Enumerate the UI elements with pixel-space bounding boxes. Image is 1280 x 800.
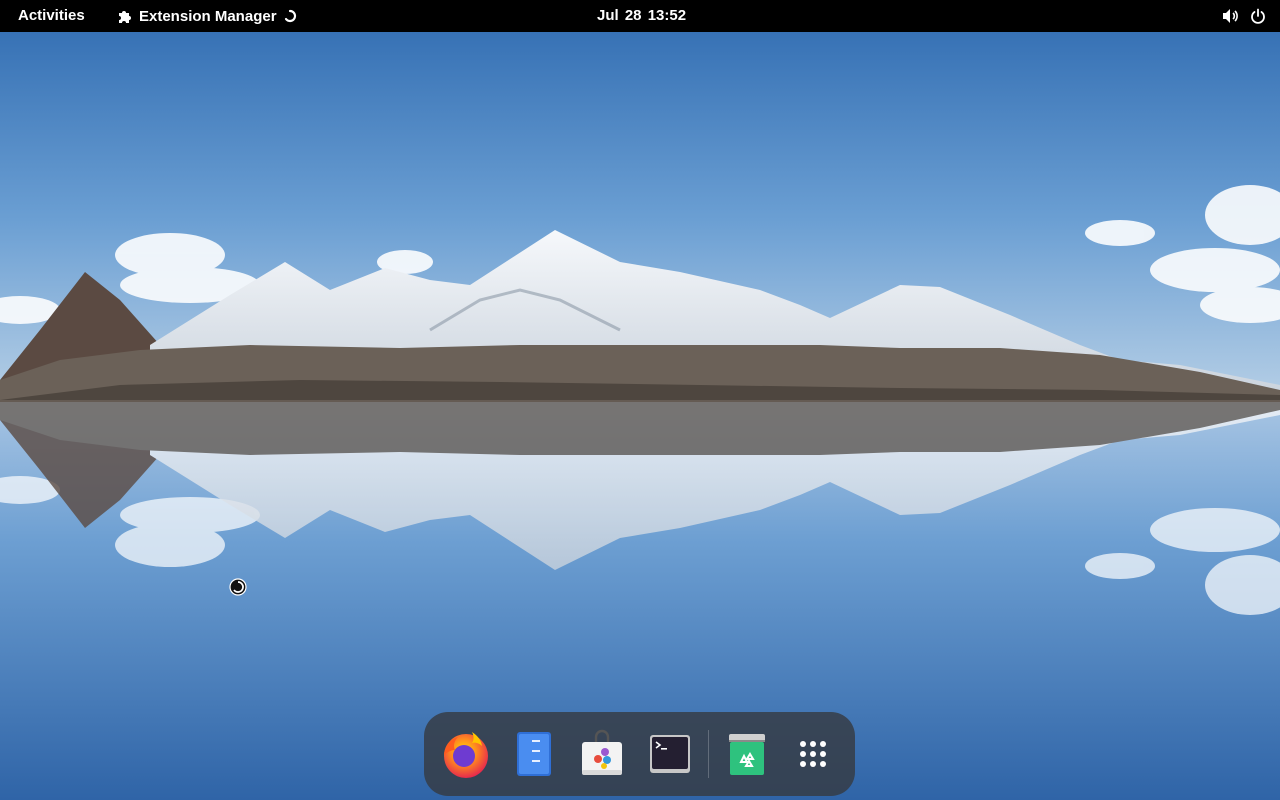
dock-item-trash[interactable] [719,726,775,782]
dock [424,712,855,796]
volume-icon [1223,9,1238,23]
top-bar: Activities Extension Manager Jul 28 13:5… [0,0,1280,32]
show-applications-button[interactable] [785,726,841,782]
dock-item-firefox[interactable] [438,726,494,782]
terminal-icon [650,735,690,773]
puzzle-piece-icon [119,11,131,23]
dock-item-text-editor[interactable] [506,726,562,782]
loading-spinner-icon [284,9,296,23]
app-menu-label: Extension Manager [139,7,277,25]
dock-separator [708,730,709,778]
dock-item-terminal[interactable] [642,726,698,782]
power-icon [1251,8,1265,24]
firefox-icon [444,732,488,778]
clock[interactable]: Jul 28 13:52 [597,0,686,32]
dock-item-software[interactable] [574,726,630,782]
software-icon [582,729,622,775]
app-menu[interactable]: Extension Manager [117,0,297,32]
trash-icon [729,734,765,775]
system-menu[interactable] [1222,0,1266,32]
desktop-wallpaper [0,0,1280,800]
text-editor-icon [517,732,551,776]
mouse-cursor-icon [229,578,247,596]
activities-button[interactable]: Activities [18,0,85,32]
app-grid-icon [800,741,826,767]
